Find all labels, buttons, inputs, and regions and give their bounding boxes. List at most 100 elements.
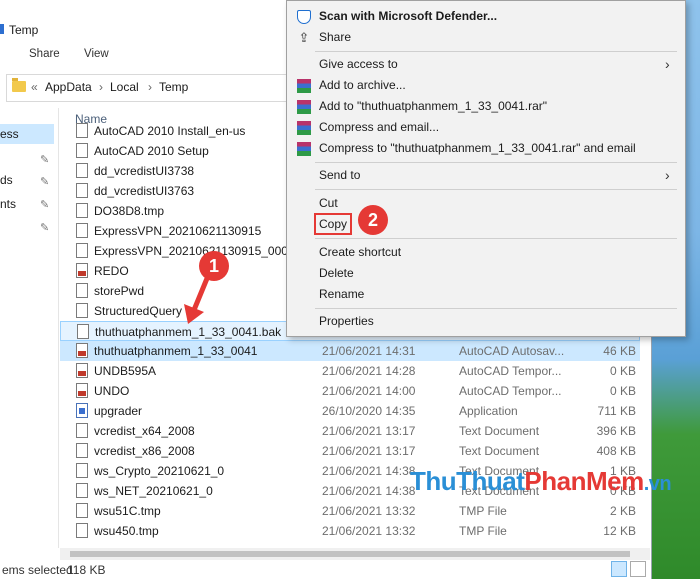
- file-date: 21/06/2021 14:38: [322, 484, 416, 498]
- tab-share[interactable]: Share: [29, 48, 60, 60]
- file-date: 21/06/2021 13:32: [322, 524, 416, 538]
- table-row[interactable]: UNDO 21/06/2021 14:00 AutoCAD Tempor... …: [60, 381, 640, 401]
- table-row[interactable]: wsu450.tmp 21/06/2021 13:32 TMP File 12 …: [60, 521, 640, 541]
- menu-item-properties[interactable]: Properties: [287, 311, 685, 332]
- file-date: 21/06/2021 13:17: [322, 424, 416, 438]
- table-row-selected[interactable]: thuthuatphanmem_1_33_0041 21/06/2021 14:…: [60, 341, 640, 361]
- context-menu: Scan with Microsoft Defender... ⇪ Share …: [286, 0, 686, 337]
- autocad-icon: [76, 383, 88, 398]
- file-name: ws_Crypto_20210621_0: [94, 464, 225, 478]
- file-icon: [76, 243, 88, 258]
- nav-item-documents[interactable]: nts: [0, 194, 16, 214]
- chevron-right-icon: ›: [665, 167, 670, 183]
- menu-separator: [315, 189, 677, 190]
- status-bar: ems selected 118 KB: [0, 561, 651, 579]
- step-2-badge: 2: [358, 205, 388, 235]
- file-name: UNDB595A: [94, 364, 157, 378]
- nav-item-downloads[interactable]: ds: [0, 170, 13, 190]
- file-type: TMP File: [459, 504, 507, 518]
- winrar-icon: [297, 79, 311, 93]
- menu-item-label: Cut: [319, 196, 338, 210]
- menu-item-cut[interactable]: Cut: [287, 193, 685, 214]
- pin-icon: ✎: [40, 222, 50, 234]
- details-view-icon[interactable]: [611, 561, 627, 577]
- table-row[interactable]: vcredist_x64_2008 21/06/2021 13:17 Text …: [60, 421, 640, 441]
- menu-item-scan-defender[interactable]: Scan with Microsoft Defender...: [287, 6, 685, 27]
- file-icon: [76, 483, 88, 498]
- breadcrumb-local[interactable]: Local: [110, 80, 139, 94]
- menu-item-share[interactable]: ⇪ Share: [287, 27, 685, 48]
- navigation-pane: ess ds nts ✎ ✎ ✎ ✎: [0, 108, 58, 548]
- file-name: StructuredQuery: [94, 304, 183, 318]
- menu-item-send-to[interactable]: Send to ›: [287, 165, 685, 186]
- file-name: ws_NET_20210621_0: [94, 484, 213, 498]
- horizontal-scrollbar[interactable]: [60, 548, 650, 560]
- file-type: TMP File: [459, 524, 507, 538]
- menu-separator: [315, 51, 677, 52]
- menu-item-label: Compress to "thuthuatphanmem_1_33_0041.r…: [319, 141, 636, 155]
- breadcrumb-temp[interactable]: Temp: [159, 80, 188, 94]
- menu-item-give-access[interactable]: Give access to ›: [287, 54, 685, 75]
- autocad-icon: [76, 343, 88, 358]
- table-row[interactable]: vcredist_x86_2008 21/06/2021 13:17 Text …: [60, 441, 640, 461]
- tab-view[interactable]: View: [84, 48, 109, 60]
- file-icon: [76, 283, 88, 298]
- file-type: AutoCAD Autosav...: [459, 344, 565, 358]
- file-size: 711 KB: [597, 404, 636, 418]
- chevron-right-icon: ›: [99, 80, 103, 94]
- shield-icon: [297, 10, 311, 24]
- pane-splitter[interactable]: [58, 108, 59, 548]
- scrollbar-thumb[interactable]: [70, 551, 630, 557]
- table-row[interactable]: wsu51C.tmp 21/06/2021 13:32 TMP File 2 K…: [60, 501, 640, 521]
- menu-item-compress-email[interactable]: Compress and email...: [287, 117, 685, 138]
- watermark-part-2: PhanMem: [524, 466, 644, 496]
- menu-item-rename[interactable]: Rename: [287, 284, 685, 305]
- folder-icon: [0, 24, 4, 34]
- menu-item-add-archive[interactable]: Add to archive...: [287, 75, 685, 96]
- address-bar[interactable]: « AppData › Local › Temp: [6, 74, 288, 102]
- file-date: 21/06/2021 14:28: [322, 364, 416, 378]
- file-size: 46 KB: [603, 344, 636, 358]
- file-icon: [76, 143, 88, 158]
- file-size: 2 KB: [609, 504, 636, 518]
- table-row[interactable]: upgrader 26/10/2020 14:35 Application 71…: [60, 401, 640, 421]
- file-size: 0 KB: [609, 384, 636, 398]
- file-name: DO38D8.tmp: [94, 204, 165, 218]
- chevron-right-icon: ›: [148, 80, 152, 94]
- table-row[interactable]: UNDB595A 21/06/2021 14:28 AutoCAD Tempor…: [60, 361, 640, 381]
- autocad-icon: [76, 263, 88, 278]
- file-icon: [76, 503, 88, 518]
- file-icon: [76, 163, 88, 178]
- file-icon: [76, 203, 88, 218]
- menu-item-label: Properties: [319, 314, 374, 328]
- file-icon: [76, 223, 88, 238]
- file-date: 21/06/2021 14:31: [322, 344, 416, 358]
- file-name: thuthuatphanmem_1_33_0041: [94, 344, 258, 358]
- file-icon: [76, 443, 88, 458]
- application-icon: [76, 403, 88, 418]
- menu-item-delete[interactable]: Delete: [287, 263, 685, 284]
- file-size: 396 KB: [596, 424, 636, 438]
- file-name: dd_vcredistUI3738: [94, 164, 195, 178]
- file-size: 0 KB: [609, 364, 636, 378]
- menu-item-add-to-rar[interactable]: Add to "thuthuatphanmem_1_33_0041.rar": [287, 96, 685, 117]
- file-icon: [76, 523, 88, 538]
- menu-item-compress-rar-email[interactable]: Compress to "thuthuatphanmem_1_33_0041.r…: [287, 138, 685, 159]
- nav-item-quick-access[interactable]: ess: [0, 124, 54, 144]
- pointer-arrow-icon: [184, 275, 211, 324]
- menu-item-create-shortcut[interactable]: Create shortcut: [287, 242, 685, 263]
- large-icons-view-icon[interactable]: [630, 561, 646, 577]
- breadcrumb-appdata[interactable]: AppData: [45, 80, 92, 94]
- file-size: 12 KB: [603, 524, 636, 538]
- file-type: Text Document: [459, 444, 540, 458]
- menu-separator: [315, 308, 677, 309]
- breadcrumb-overflow[interactable]: «: [31, 80, 38, 94]
- folder-icon: [12, 78, 26, 92]
- autocad-icon: [76, 363, 88, 378]
- winrar-icon: [297, 142, 311, 156]
- winrar-icon: [297, 100, 311, 114]
- file-icon: [76, 423, 88, 438]
- file-size: 408 KB: [596, 444, 636, 458]
- file-icon: [76, 463, 88, 478]
- file-type: Text Document: [459, 424, 540, 438]
